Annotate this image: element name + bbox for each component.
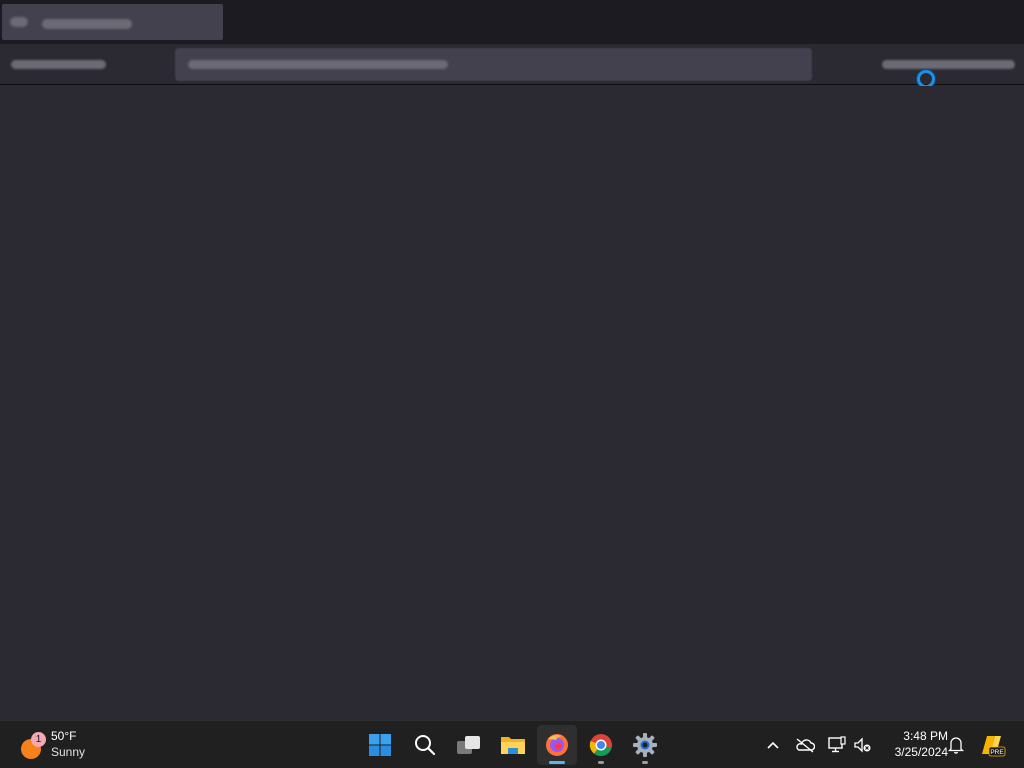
tab-favicon-placeholder bbox=[10, 17, 28, 27]
file-explorer-button[interactable] bbox=[493, 725, 533, 765]
volume-muted-icon bbox=[854, 737, 871, 753]
chrome-button[interactable] bbox=[581, 725, 621, 765]
weather-widget[interactable]: 1 50°F Sunny bbox=[18, 727, 138, 763]
onedrive-tray-button[interactable] bbox=[794, 733, 816, 757]
settings-button[interactable] bbox=[625, 725, 665, 765]
weather-temperature: 50°F bbox=[51, 729, 77, 743]
copilot-preview-button[interactable]: PRE bbox=[978, 733, 1006, 757]
browser-tab-loading[interactable] bbox=[2, 4, 223, 40]
show-hidden-icons-button[interactable] bbox=[762, 733, 784, 757]
firefox-icon bbox=[546, 734, 568, 756]
address-text-placeholder bbox=[188, 60, 448, 69]
taskbar: 1 50°F Sunny 3:48 PM 3/25/2024 PRE bbox=[0, 720, 1024, 768]
bell-icon bbox=[948, 737, 964, 754]
browser-toolbar bbox=[0, 44, 1024, 85]
chrome-open-indicator bbox=[598, 761, 604, 764]
page-content-area bbox=[0, 86, 1024, 720]
notifications-button[interactable] bbox=[945, 733, 967, 757]
task-view-button[interactable] bbox=[449, 725, 489, 765]
network-icon bbox=[828, 736, 846, 753]
browser-titlebar bbox=[0, 0, 1024, 44]
copilot-preview-icon: PRE bbox=[982, 736, 1006, 757]
clock-date: 3/25/2024 bbox=[894, 745, 948, 759]
clock-time: 3:48 PM bbox=[903, 729, 948, 743]
settings-gear-icon bbox=[633, 733, 657, 757]
toolbar-buttons-placeholder bbox=[11, 60, 106, 69]
weather-condition: Sunny bbox=[51, 745, 86, 759]
network-tray-button[interactable] bbox=[826, 733, 848, 757]
folder-icon bbox=[501, 737, 525, 754]
cloud-offline-icon bbox=[796, 738, 815, 753]
search-icon bbox=[415, 735, 436, 756]
tab-title-placeholder bbox=[42, 19, 132, 29]
chevron-up-icon bbox=[767, 741, 779, 749]
address-bar-placeholder[interactable] bbox=[175, 48, 812, 81]
task-view-icon bbox=[457, 736, 480, 754]
volume-tray-button[interactable] bbox=[852, 733, 874, 757]
system-clock[interactable]: 3:48 PM 3/25/2024 bbox=[880, 728, 948, 760]
preview-badge-text: PRE bbox=[990, 749, 1004, 756]
firefox-active-indicator bbox=[549, 761, 565, 764]
settings-open-indicator bbox=[642, 761, 648, 764]
windows-start-button[interactable] bbox=[360, 725, 400, 765]
weather-badge: 1 bbox=[31, 732, 46, 747]
firefox-button[interactable] bbox=[537, 725, 577, 765]
search-button[interactable] bbox=[405, 725, 445, 765]
toolbar-right-placeholder bbox=[882, 60, 1015, 69]
chrome-icon bbox=[589, 734, 612, 756]
windows-start-icon bbox=[369, 734, 391, 756]
